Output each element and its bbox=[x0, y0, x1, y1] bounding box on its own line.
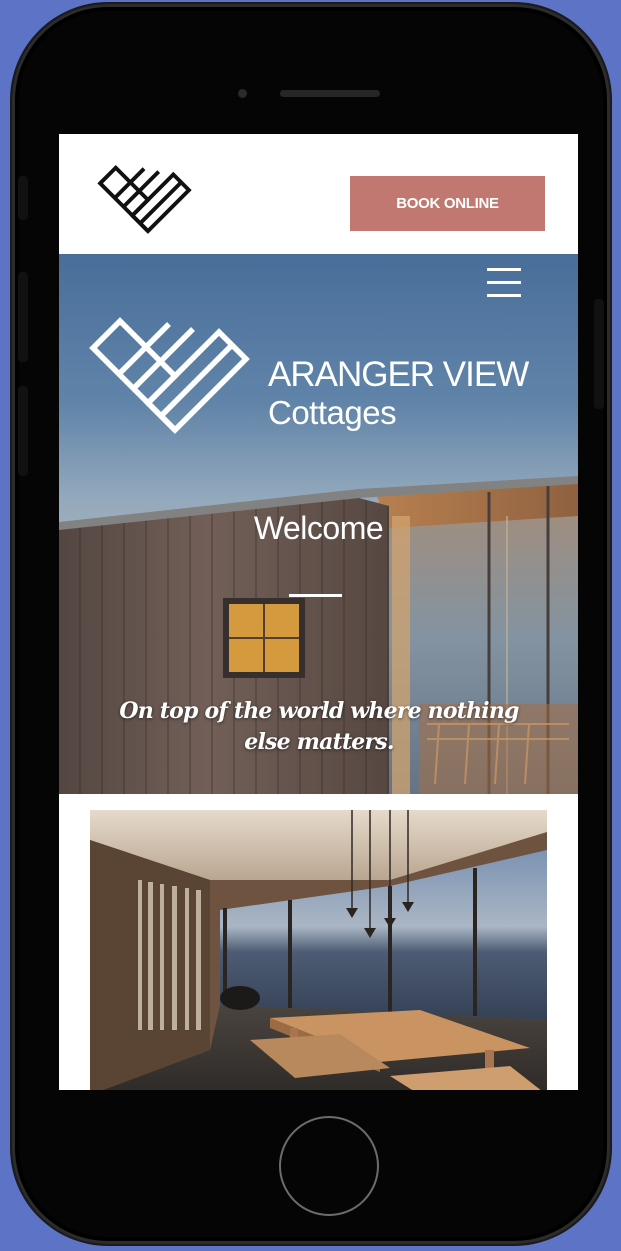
logo-icon[interactable] bbox=[97, 156, 195, 236]
phone-screen: BOOK ONLINE ARANGER VIEW Cottages Welcom… bbox=[59, 134, 578, 1090]
brand-logo-icon bbox=[89, 317, 250, 434]
dining-room-image bbox=[90, 810, 547, 1090]
book-online-button[interactable]: BOOK ONLINE bbox=[350, 176, 545, 231]
site-header: BOOK ONLINE bbox=[59, 134, 578, 254]
hamburger-menu-icon[interactable] bbox=[487, 268, 521, 298]
hero-tagline: On top of the world where nothing else m… bbox=[119, 698, 519, 755]
volume-up-button bbox=[18, 272, 28, 362]
volume-down-button bbox=[18, 386, 28, 476]
home-button[interactable] bbox=[279, 1116, 379, 1216]
hero-section: ARANGER VIEW Cottages Welcome On top of … bbox=[59, 254, 578, 794]
brand-name: ARANGER VIEW bbox=[268, 355, 529, 394]
silent-switch bbox=[18, 176, 28, 220]
welcome-heading: Welcome bbox=[253, 510, 384, 546]
brand-subtitle: Cottages bbox=[268, 394, 397, 431]
interior-photo bbox=[90, 810, 547, 1090]
earpiece-speaker bbox=[280, 90, 380, 97]
power-button bbox=[594, 299, 604, 409]
front-camera bbox=[238, 89, 247, 98]
heading-divider bbox=[289, 594, 342, 597]
